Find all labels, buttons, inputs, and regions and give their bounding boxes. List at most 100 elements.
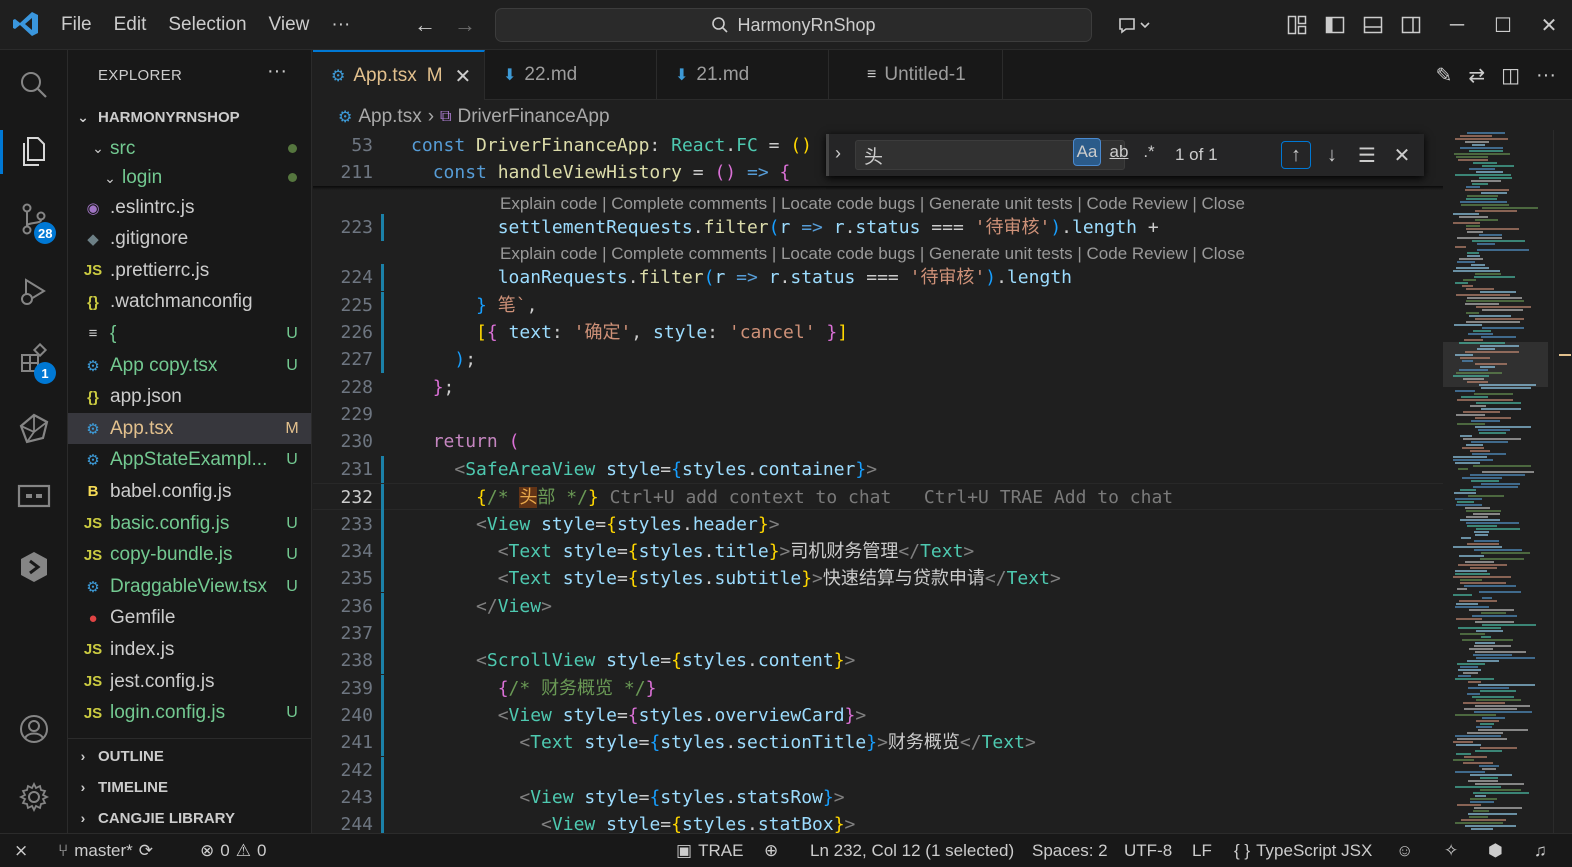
- close-window-icon[interactable]: ✕: [1526, 0, 1572, 50]
- file-tree-item[interactable]: ⌄ src: [68, 133, 311, 164]
- minimap-line: [1478, 684, 1535, 686]
- close-find-icon[interactable]: ✕: [1387, 141, 1417, 169]
- account-icon[interactable]: [0, 698, 68, 760]
- menu-more[interactable]: ···: [320, 14, 361, 36]
- code-lens[interactable]: Explain code | Complete comments | Locat…: [500, 243, 1245, 265]
- menu-edit[interactable]: Edit: [103, 14, 158, 36]
- workspace-root[interactable]: ⌄ HARMONYRNSHOP: [68, 102, 311, 132]
- code-editor[interactable]: 53 const DriverFinanceApp: React.FC = () …: [313, 130, 1443, 833]
- menu-file[interactable]: File: [50, 14, 103, 36]
- timeline-section[interactable]: › TIMELINE: [68, 772, 311, 802]
- trae-agent-icon[interactable]: [0, 398, 68, 460]
- file-tree-item[interactable]: ● Gemfile: [68, 603, 311, 634]
- minimap-line: [1473, 654, 1512, 656]
- encoding[interactable]: UTF-8: [1124, 834, 1172, 867]
- minimap-line: [1467, 693, 1480, 695]
- modified-dot-icon: [272, 169, 311, 187]
- trae-agent-status-icon[interactable]: ✧: [1444, 834, 1458, 867]
- file-tree-item[interactable]: ⚙ App copy.tsx U: [68, 350, 311, 381]
- toggle-secondary-sidebar-icon[interactable]: [1392, 0, 1430, 50]
- back-arrow-icon[interactable]: ←: [412, 12, 438, 38]
- plugin-icon[interactable]: [0, 536, 68, 598]
- indentation[interactable]: Spaces: 2: [1032, 834, 1108, 867]
- minimap-line: [1476, 699, 1521, 701]
- file-tree-item[interactable]: ≡ {U: [68, 318, 311, 349]
- extensions-icon[interactable]: 1: [0, 328, 68, 390]
- branch-indicator[interactable]: ⑂ master* ⟳: [58, 834, 153, 867]
- file-tree-item[interactable]: JS index.js: [68, 634, 311, 665]
- command-center-search[interactable]: HarmonyRnShop: [495, 8, 1092, 42]
- forward-arrow-icon[interactable]: →: [452, 12, 478, 38]
- breadcrumb-file[interactable]: App.tsx: [358, 106, 421, 128]
- cursor-position[interactable]: Ln 232, Col 12 (1 selected): [810, 834, 1014, 867]
- notifications-bell-icon[interactable]: ♫: [1534, 834, 1547, 867]
- file-tree-item[interactable]: JS jest.config.js: [68, 666, 311, 697]
- more-actions-icon[interactable]: ···: [1536, 64, 1556, 87]
- run-debug-icon[interactable]: [0, 260, 68, 322]
- file-tree-item[interactable]: JS login.config.js U: [68, 698, 311, 729]
- explorer-view-icon[interactable]: [0, 120, 68, 182]
- toggle-panel-icon[interactable]: [1354, 0, 1392, 50]
- vertical-scrollbar[interactable]: [1553, 130, 1572, 833]
- minimap-line: [1461, 819, 1506, 821]
- file-tree-item[interactable]: Bbabel.config.js: [68, 476, 311, 507]
- code-lens[interactable]: Explain code | Complete comments | Locat…: [500, 193, 1245, 215]
- file-tree-item[interactable]: {} .watchmanconfig: [68, 287, 311, 318]
- cangjie-library-section[interactable]: › CANGJIE LIBRARY: [68, 803, 311, 833]
- minimap-line: [1454, 492, 1476, 494]
- use-regex-toggle[interactable]: .*: [1135, 138, 1163, 166]
- next-match-icon[interactable]: ↓: [1317, 141, 1347, 169]
- match-case-toggle[interactable]: Aa: [1073, 138, 1101, 166]
- compare-changes-icon[interactable]: ⇄: [1468, 63, 1485, 88]
- minimap-line: [1455, 714, 1496, 716]
- maximize-icon[interactable]: ☐: [1480, 0, 1526, 50]
- breadcrumb-symbol[interactable]: DriverFinanceApp: [457, 106, 609, 128]
- file-tree-item[interactable]: ◆ .gitignore: [68, 224, 311, 255]
- file-tree-item[interactable]: ⚙ DraggableView.tsx U: [68, 571, 311, 602]
- remote-explorer-icon[interactable]: [0, 466, 68, 528]
- split-editor-icon[interactable]: ◫: [1501, 63, 1520, 88]
- toggle-primary-sidebar-icon[interactable]: [1316, 0, 1354, 50]
- menu-view[interactable]: View: [258, 14, 321, 36]
- menu-bar: File Edit Selection View ···: [50, 0, 361, 50]
- file-tree-item[interactable]: JS copy-bundle.js U: [68, 540, 311, 571]
- minimap[interactable]: [1443, 130, 1553, 833]
- tab-22-md[interactable]: ⬇ 22.md: [485, 50, 657, 100]
- file-tree-item[interactable]: {} app.json: [68, 382, 311, 413]
- tab-app-tsx[interactable]: ⚙ App.tsx M ✕: [313, 50, 485, 100]
- zoom-icon[interactable]: ⊕: [764, 834, 778, 867]
- toggle-replace-chevron-icon[interactable]: ›: [835, 143, 841, 164]
- git-status-badge: U: [286, 546, 298, 564]
- file-tree-item[interactable]: JS basic.config.js U: [68, 508, 311, 539]
- chevron-down-icon: ⌄: [104, 169, 116, 186]
- file-tree-item[interactable]: ⚙ AppStateExampl... U: [68, 445, 311, 476]
- tab-untitled-1[interactable]: ≡ Untitled-1: [829, 50, 1003, 100]
- plugin-status-icon[interactable]: ⬢: [1488, 834, 1503, 867]
- previous-match-icon[interactable]: ↑: [1281, 141, 1311, 169]
- outline-section[interactable]: › OUTLINE: [68, 741, 311, 771]
- minimap-line: [1481, 612, 1506, 614]
- remote-indicator-icon[interactable]: ⨯: [14, 834, 28, 867]
- file-tree-item[interactable]: JS .prettierrc.js: [68, 255, 311, 286]
- copilot-icon[interactable]: ☺: [1396, 834, 1413, 867]
- problems-indicator[interactable]: ⊗ 0 ⚠ 0: [200, 834, 266, 867]
- match-whole-word-toggle[interactable]: ab: [1105, 138, 1133, 166]
- language-mode[interactable]: { } TypeScript JSX: [1234, 834, 1372, 867]
- search-view-icon[interactable]: [0, 54, 68, 116]
- trae-status[interactable]: ▣ TRAE: [676, 834, 743, 867]
- source-control-icon[interactable]: 28: [0, 188, 68, 250]
- minimize-icon[interactable]: ─: [1434, 0, 1480, 50]
- file-tree-item[interactable]: ◉ .eslintrc.js: [68, 192, 311, 223]
- file-tree-item[interactable]: ⚙ App.tsx M: [68, 413, 311, 445]
- close-icon[interactable]: ✕: [455, 64, 472, 89]
- tab-21-md[interactable]: ⬇ 21.md: [657, 50, 829, 100]
- file-tree-item[interactable]: ⌄ login: [68, 163, 311, 194]
- customize-layout-icon[interactable]: [1278, 0, 1316, 50]
- menu-selection[interactable]: Selection: [157, 14, 257, 36]
- find-in-selection-icon[interactable]: ☰: [1352, 141, 1382, 169]
- copilot-chat-icon[interactable]: [1104, 0, 1164, 50]
- line-ending[interactable]: LF: [1192, 834, 1212, 867]
- edit-pencil-icon[interactable]: ✎: [1436, 63, 1453, 88]
- explorer-more-icon[interactable]: ···: [267, 60, 287, 83]
- settings-gear-icon[interactable]: [0, 766, 68, 828]
